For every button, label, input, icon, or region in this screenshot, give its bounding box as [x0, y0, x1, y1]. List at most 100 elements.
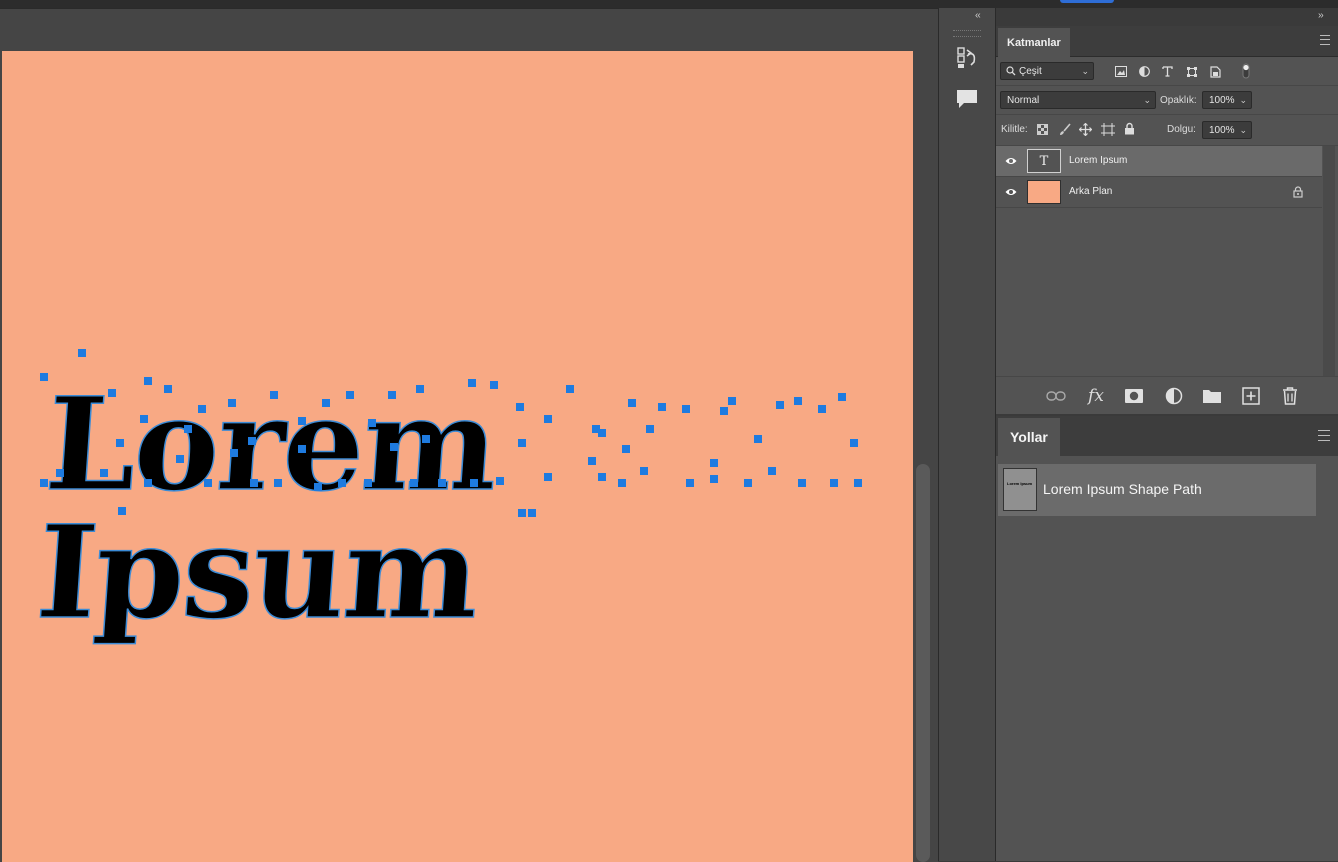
path-anchor-point[interactable] — [416, 385, 424, 393]
fill-field[interactable]: 100% ⌄ — [1202, 121, 1252, 139]
layer-name[interactable]: Lorem Ipsum — [1069, 155, 1127, 166]
history-button[interactable] — [952, 42, 982, 72]
smart-object-filter-icon[interactable] — [1210, 66, 1221, 78]
path-anchor-point[interactable] — [754, 435, 762, 443]
path-anchor-point[interactable] — [248, 437, 256, 445]
path-anchor-point[interactable] — [618, 479, 626, 487]
path-anchor-point[interactable] — [490, 381, 498, 389]
path-anchor-point[interactable] — [528, 509, 536, 517]
path-anchor-point[interactable] — [776, 401, 784, 409]
adjustment-button[interactable] — [1163, 385, 1185, 407]
comments-button[interactable] — [952, 84, 982, 114]
path-anchor-point[interactable] — [854, 479, 862, 487]
path-anchor-point[interactable] — [144, 377, 152, 385]
path-anchor-point[interactable] — [516, 403, 524, 411]
path-anchor-point[interactable] — [422, 435, 430, 443]
path-anchor-point[interactable] — [100, 469, 108, 477]
path-anchor-point[interactable] — [640, 467, 648, 475]
path-anchor-point[interactable] — [204, 479, 212, 487]
lock-artboard-icon[interactable] — [1101, 123, 1115, 136]
path-anchor-point[interactable] — [728, 397, 736, 405]
eye-icon[interactable] — [1005, 186, 1017, 198]
path-anchor-point[interactable] — [270, 391, 278, 399]
layer-row-lorem-ipsum[interactable]: T Lorem Ipsum — [996, 146, 1322, 177]
canvas-scrollbar[interactable] — [916, 464, 930, 862]
lock-brush-icon[interactable] — [1059, 123, 1071, 136]
path-anchor-point[interactable] — [176, 455, 184, 463]
path-anchor-point[interactable] — [566, 385, 574, 393]
opacity-field[interactable]: 100% ⌄ — [1202, 91, 1252, 109]
collapse-left-button[interactable]: ‹‹ — [975, 10, 981, 21]
path-anchor-point[interactable] — [710, 459, 718, 467]
path-anchor-point[interactable] — [56, 469, 64, 477]
path-anchor-point[interactable] — [438, 479, 446, 487]
layer-row-arka-plan[interactable]: Arka Plan — [996, 177, 1322, 208]
layer-filter-select[interactable]: Çeşit ⌄ — [1000, 62, 1094, 80]
path-anchor-point[interactable] — [116, 439, 124, 447]
path-anchor-point[interactable] — [468, 379, 476, 387]
path-anchor-point[interactable] — [622, 445, 630, 453]
tab-layers[interactable]: Katmanlar — [998, 28, 1070, 57]
tool-strip-grip[interactable] — [953, 30, 981, 37]
adjustment-filter-icon[interactable] — [1139, 66, 1150, 77]
lock-move-icon[interactable] — [1079, 123, 1092, 136]
path-anchor-point[interactable] — [364, 479, 372, 487]
path-anchor-point[interactable] — [184, 425, 192, 433]
path-anchor-point[interactable] — [686, 479, 694, 487]
path-anchor-point[interactable] — [710, 475, 718, 483]
path-anchor-point[interactable] — [544, 415, 552, 423]
new-group-button[interactable] — [1201, 385, 1223, 407]
path-anchor-point[interactable] — [794, 397, 802, 405]
path-anchor-point[interactable] — [768, 467, 776, 475]
path-anchor-point[interactable] — [818, 405, 826, 413]
path-anchor-point[interactable] — [78, 349, 86, 357]
lock-icon[interactable] — [1293, 186, 1303, 198]
canvas-area[interactable]: Lorem Ipsum — [0, 8, 938, 862]
path-anchor-point[interactable] — [518, 509, 526, 517]
menu-icon[interactable] — [1320, 35, 1330, 45]
path-anchor-point[interactable] — [230, 449, 238, 457]
tab-paths[interactable]: Yollar — [998, 418, 1060, 456]
path-anchor-point[interactable] — [598, 473, 606, 481]
lock-all-icon[interactable] — [1124, 122, 1135, 135]
path-anchor-point[interactable] — [40, 479, 48, 487]
path-anchor-point[interactable] — [830, 479, 838, 487]
path-anchor-point[interactable] — [850, 439, 858, 447]
path-anchor-point[interactable] — [118, 507, 126, 515]
path-name[interactable]: Lorem Ipsum Shape Path — [1043, 481, 1202, 497]
path-anchor-point[interactable] — [410, 479, 418, 487]
path-anchor-point[interactable] — [314, 483, 322, 491]
path-anchor-point[interactable] — [298, 417, 306, 425]
path-anchor-point[interactable] — [588, 457, 596, 465]
menu-icon[interactable] — [1318, 430, 1330, 441]
path-anchor-point[interactable] — [720, 407, 728, 415]
path-anchor-point[interactable] — [628, 399, 636, 407]
path-anchor-point[interactable] — [388, 391, 396, 399]
layers-scrollbar[interactable] — [1323, 146, 1335, 376]
path-anchor-point[interactable] — [40, 373, 48, 381]
path-anchor-point[interactable] — [544, 473, 552, 481]
image-filter-icon[interactable] — [1115, 66, 1127, 77]
delete-layer-button[interactable] — [1279, 385, 1301, 407]
path-anchor-point[interactable] — [298, 445, 306, 453]
path-anchor-point[interactable] — [470, 479, 478, 487]
path-anchor-point[interactable] — [338, 479, 346, 487]
artboard[interactable]: Lorem Ipsum — [2, 51, 913, 862]
path-row-lorem-ipsum-shape-path[interactable]: Lorem Ipsum Lorem Ipsum Shape Path — [998, 464, 1316, 516]
path-anchor-point[interactable] — [744, 479, 752, 487]
path-anchor-point[interactable] — [598, 429, 606, 437]
path-anchor-point[interactable] — [144, 479, 152, 487]
link-button[interactable] — [1045, 385, 1067, 407]
path-anchor-point[interactable] — [346, 391, 354, 399]
layer-name[interactable]: Arka Plan — [1069, 186, 1112, 197]
eye-icon[interactable] — [1005, 155, 1017, 167]
path-anchor-point[interactable] — [322, 399, 330, 407]
blend-mode-select[interactable]: Normal ⌄ — [1000, 91, 1156, 109]
new-layer-button[interactable] — [1240, 385, 1262, 407]
path-anchor-point[interactable] — [798, 479, 806, 487]
shape-filter-icon[interactable] — [1186, 66, 1198, 78]
path-anchor-point[interactable] — [838, 393, 846, 401]
path-anchor-point[interactable] — [646, 425, 654, 433]
path-anchor-point[interactable] — [368, 419, 376, 427]
path-anchor-point[interactable] — [198, 405, 206, 413]
